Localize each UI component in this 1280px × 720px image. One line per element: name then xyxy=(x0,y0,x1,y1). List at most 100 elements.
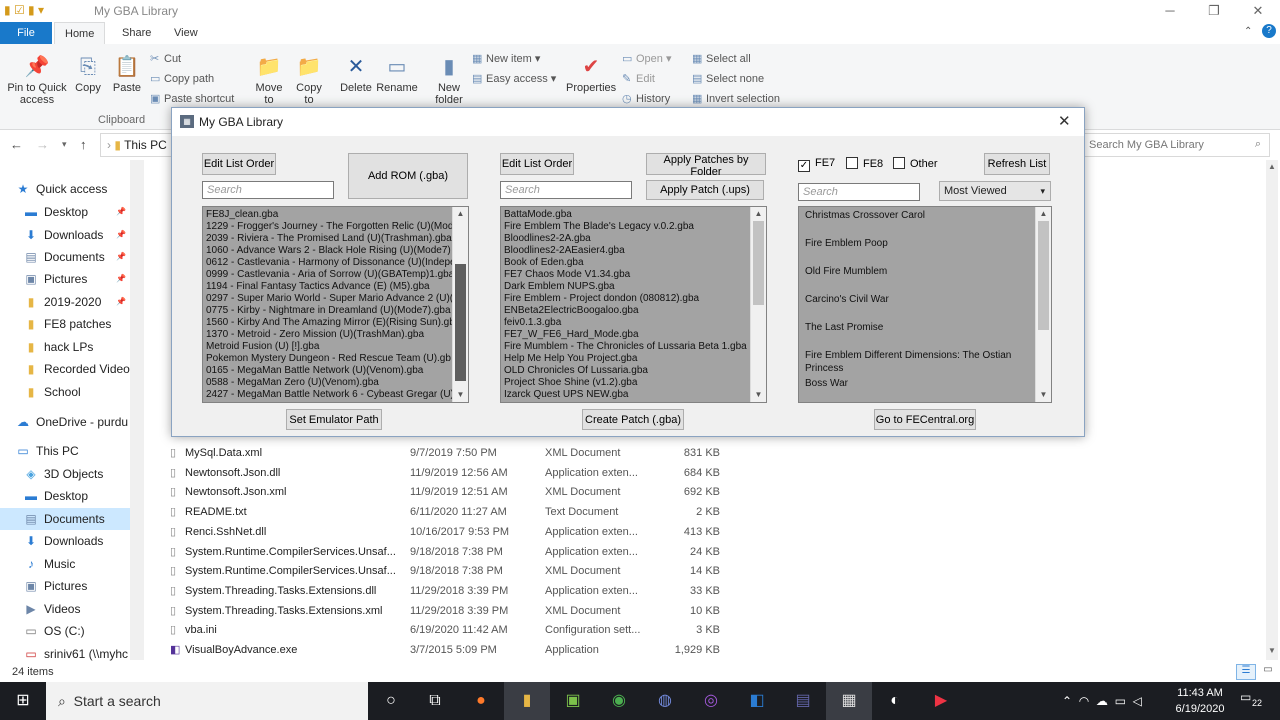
list-item[interactable]: 1194 - Final Fantasy Tactics Advance (E)… xyxy=(203,281,452,293)
list-item[interactable]: 2039 - Riviera - The Promised Land (U)(T… xyxy=(203,233,452,245)
nav-item[interactable]: ★ Quick access xyxy=(0,178,140,200)
pin-quick-access-button[interactable]: 📌 Pin to Quick access xyxy=(4,54,70,106)
properties-button[interactable]: ✔ Properties xyxy=(566,54,616,94)
fe7-checkbox[interactable]: ✓ FE7 xyxy=(798,157,835,172)
file-row[interactable]: ▯ MySql.Data.xml 9/7/2019 7:50 PM XML Docum… xyxy=(160,443,740,463)
scroll-down-icon[interactable]: ▼ xyxy=(453,388,468,402)
help-icon[interactable]: ? xyxy=(1262,24,1276,38)
copy-path-button[interactable]: ▭ Copy path xyxy=(150,72,214,85)
create-patch-button[interactable]: Create Patch (.gba) xyxy=(582,409,684,430)
windows-start-icon[interactable]: ⊞ xyxy=(0,682,46,720)
gba-library-app-icon[interactable]: ▦ xyxy=(826,682,872,720)
task-view-icon[interactable]: ⧉ xyxy=(412,682,458,720)
list-item[interactable]: Carcino's Civil War xyxy=(799,293,1035,321)
list-item[interactable]: 1370 - Metroid - Zero Mission (U)(TrashM… xyxy=(203,329,452,341)
paste-shortcut-button[interactable]: ▣ Paste shortcut xyxy=(150,92,234,105)
file-row[interactable]: ▯ Renci.SshNet.dll 10/16/2017 9:53 PM Appli… xyxy=(160,522,740,542)
other-checkbox[interactable]: Other xyxy=(893,157,938,170)
collapse-ribbon-icon[interactable]: ⌃ xyxy=(1244,26,1252,37)
file-row[interactable]: ▯ Newtonsoft.Json.xml 11/9/2019 12:51 AM XM… xyxy=(160,482,740,502)
video-app-icon[interactable]: ▶ xyxy=(918,682,964,720)
nav-item[interactable]: ♪ Music xyxy=(0,553,140,575)
nav-item[interactable]: ▶ Videos xyxy=(0,598,140,620)
wifi-icon[interactable]: ◠ xyxy=(1079,694,1089,708)
nav-item[interactable]: ▣ Pictures xyxy=(0,575,140,597)
list-item[interactable]: 0775 - Kirby - Nightmare in Dreamland (U… xyxy=(203,305,452,317)
list-item[interactable]: Dark Emblem NUPS.gba xyxy=(501,281,750,293)
scroll-up-icon[interactable]: ▲ xyxy=(751,207,766,221)
list-item[interactable]: BattaMode.gba xyxy=(501,209,750,221)
explorer-search-input[interactable]: Search My GBA Library ⌕ xyxy=(1084,133,1270,157)
hack-search-input[interactable]: Search xyxy=(798,183,920,201)
show-hidden-icons-icon[interactable]: ⌃ xyxy=(1062,694,1072,708)
list-item[interactable]: Bloodlines2-2AEasier4.gba xyxy=(501,245,750,257)
move-to-button[interactable]: 📁 Move to xyxy=(252,54,286,106)
nav-item[interactable]: ▤ Documents 📌 xyxy=(0,246,140,268)
tab-home[interactable]: Home xyxy=(54,22,106,44)
scroll-up-icon[interactable]: ▲ xyxy=(453,207,468,221)
list-item[interactable]: Fire Emblem - Project dondon (080812).gb… xyxy=(501,293,750,305)
large-icons-view-icon[interactable]: ▭ xyxy=(1260,664,1276,680)
scroll-thumb[interactable] xyxy=(753,221,764,305)
patch-search-input[interactable]: Search xyxy=(500,181,632,199)
nav-item[interactable]: ▭ OS (C:) xyxy=(0,620,140,642)
network-icon[interactable]: ▭ xyxy=(1115,694,1126,708)
explorer-scrollbar[interactable]: ▲ ▼ xyxy=(1266,160,1278,660)
nav-item[interactable]: ▮ Recorded Videos xyxy=(0,358,140,380)
list-item[interactable]: Fire Emblem The Blade's Legacy v.0.2.gba xyxy=(501,221,750,233)
tab-view[interactable]: View xyxy=(164,22,208,44)
details-view-icon[interactable]: ☰ xyxy=(1236,664,1256,680)
notification-center-icon[interactable]: ▭ 22 xyxy=(1240,690,1266,712)
list-scrollbar[interactable]: ▲ ▼ xyxy=(452,207,468,402)
file-row[interactable]: ▯ Newtonsoft.Json.dll 11/9/2019 12:56 AM Ap… xyxy=(160,463,740,483)
taskbar-search-box[interactable]: ⌕ Start a search xyxy=(46,682,368,720)
list-item[interactable]: Pokemon Mystery Dungeon - Red Rescue Tea… xyxy=(203,353,452,365)
discord-icon[interactable]: ◍ xyxy=(642,682,688,720)
new-folder-button[interactable]: ▮ New folder xyxy=(430,54,468,106)
nav-item[interactable]: ◈ 3D Objects xyxy=(0,463,140,485)
delete-button[interactable]: ✕ Delete xyxy=(338,54,374,94)
nav-item[interactable]: ▣ Pictures 📌 xyxy=(0,268,140,290)
firefox-icon[interactable]: ● xyxy=(458,682,504,720)
system-tray[interactable]: ⌃ ◠ ☁ ▭ ◁ xyxy=(1062,682,1142,720)
cortana-icon[interactable]: ○ xyxy=(368,682,414,720)
refresh-list-button[interactable]: Refresh List xyxy=(984,153,1050,175)
list-item[interactable]: Fire Emblem Different Dimensions: The Os… xyxy=(799,349,1035,377)
apply-patch-button[interactable]: Apply Patch (.ups) xyxy=(646,180,764,200)
nav-item[interactable]: ▭ This PC xyxy=(0,440,140,462)
list-item[interactable]: 0612 - Castlevania - Harmony of Dissonan… xyxy=(203,257,456,269)
list-item[interactable]: Old Fire Mumblem xyxy=(799,265,1035,293)
nav-item[interactable]: ⬇ Downloads xyxy=(0,530,140,552)
minimize-icon[interactable]: ─ xyxy=(1148,0,1192,22)
list-item[interactable]: FE8J_clean.gba xyxy=(203,209,452,221)
nav-scrollbar[interactable] xyxy=(130,160,144,660)
scroll-down-icon[interactable]: ▼ xyxy=(751,388,766,402)
copy-to-button[interactable]: 📁 Copy to xyxy=(292,54,326,106)
teams-icon[interactable]: ▤ xyxy=(780,682,826,720)
list-item[interactable]: Christmas Crossover Carol xyxy=(799,209,1035,237)
nav-item[interactable]: ☁ OneDrive - purdu xyxy=(0,411,140,433)
edit-list-order-button-roms[interactable]: Edit List Order xyxy=(202,153,276,175)
list-item[interactable]: FE7_W_FE6_Hard_Mode.gba xyxy=(501,329,750,341)
rename-button[interactable]: ▭ Rename xyxy=(376,54,418,94)
file-row[interactable]: ▯ System.Threading.Tasks.Extensions.xml 11… xyxy=(160,601,740,621)
list-item[interactable]: ENBeta2ElectricBoogaloo.gba xyxy=(501,305,750,317)
list-item[interactable]: The Last Promise xyxy=(799,321,1035,349)
paste-button[interactable]: 📋 Paste xyxy=(110,54,144,94)
file-row[interactable]: ◧ VisualBoyAdvance.exe 3/7/2015 5:09 PM App… xyxy=(160,640,740,660)
file-row[interactable]: ▯ README.txt 6/11/2020 11:27 AM Text Docume… xyxy=(160,502,740,522)
file-row[interactable]: ▯ System.Runtime.CompilerServices.Unsaf..… xyxy=(160,542,740,562)
recent-locations-icon[interactable]: ▾ xyxy=(62,139,67,150)
scroll-down-icon[interactable]: ▼ xyxy=(1266,646,1278,655)
list-item[interactable]: 1229 - Frogger's Journey - The Forgotten… xyxy=(203,221,459,233)
restore-icon[interactable]: ❐ xyxy=(1192,0,1236,22)
forward-arrow-icon[interactable]: → xyxy=(36,137,49,152)
list-item[interactable]: feiv0.1.3.gba xyxy=(501,317,750,329)
tab-file[interactable]: File xyxy=(0,22,52,44)
address-field[interactable]: › ▮ This PC xyxy=(100,133,178,157)
list-scrollbar[interactable]: ▲ ▼ xyxy=(750,207,766,402)
up-arrow-icon[interactable]: ↑ xyxy=(80,137,87,152)
list-item[interactable]: 1060 - Advance Wars 2 - Black Hole Risin… xyxy=(203,245,452,257)
nav-item[interactable]: ▬ Desktop 📌 xyxy=(0,201,140,223)
list-item[interactable]: 0297 - Super Mario World - Super Mario A… xyxy=(203,293,453,305)
